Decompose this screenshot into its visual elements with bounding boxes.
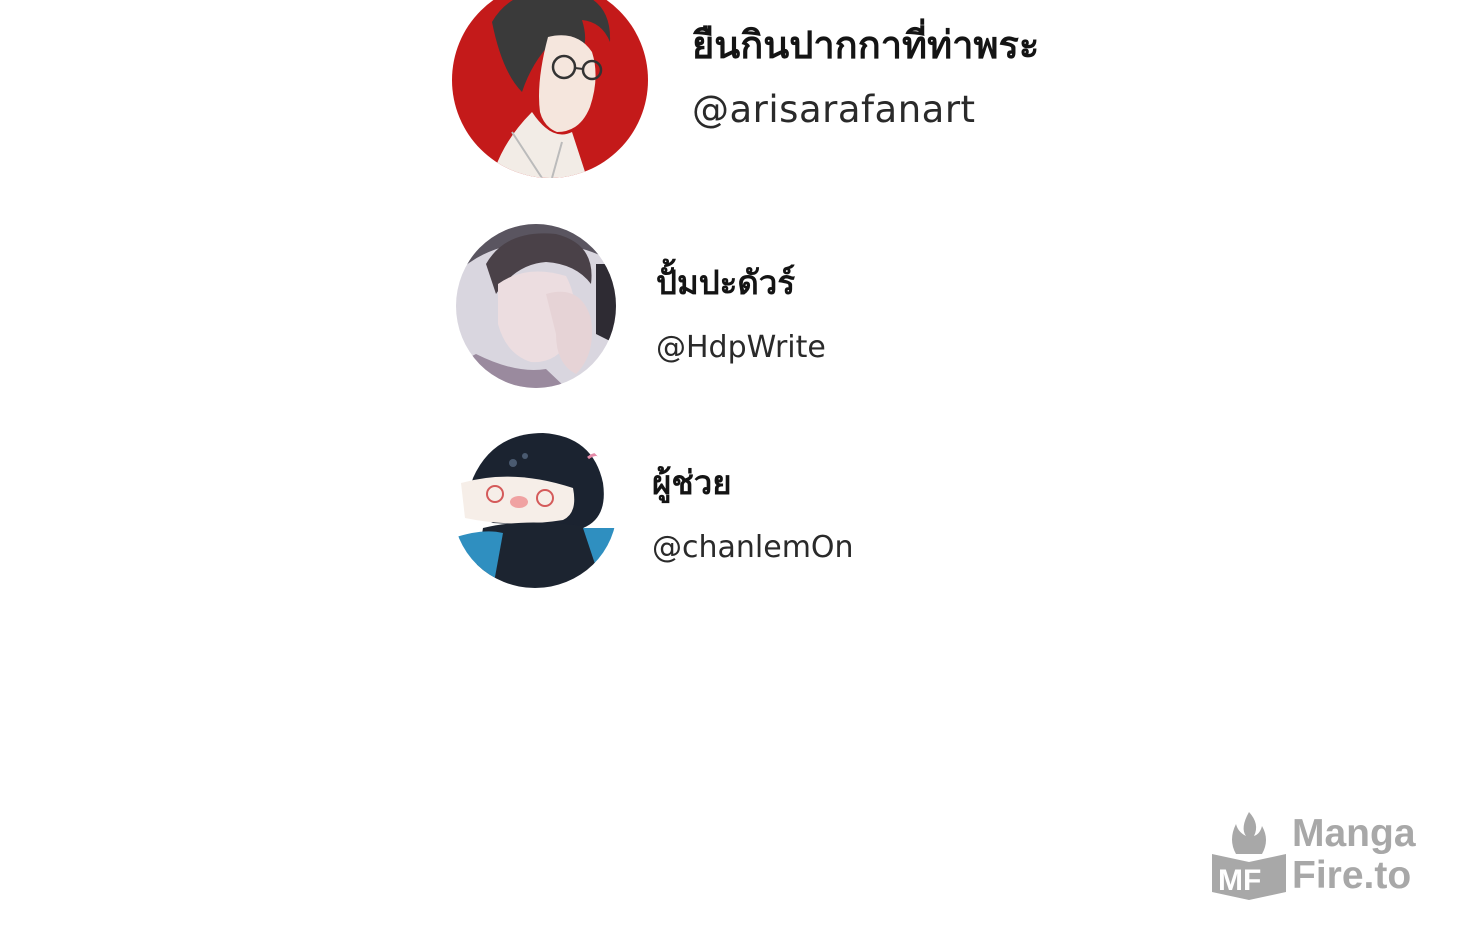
cartoon-girl-avatar-icon — [453, 428, 617, 588]
avatar-arisarafanart — [452, 0, 648, 178]
watermark-line-fire: Fire.to — [1292, 854, 1412, 897]
man-with-glasses-avatar-icon — [452, 0, 648, 178]
credit-name: ผู้ช่วย — [652, 463, 732, 502]
credit-name: ปั้มปะดัวร์ — [656, 263, 796, 302]
credit-handle: @arisarafanart — [692, 88, 976, 131]
flame-book-logo-icon: MF — [1212, 812, 1286, 900]
watermark-line-manga: Manga — [1292, 812, 1416, 855]
avatar-chanlemon — [453, 428, 617, 588]
credit-name: ยืนกินปากกาที่ท่าพระ — [692, 23, 1040, 67]
mangafire-watermark: MF Manga Fire.to — [1210, 810, 1440, 902]
man-hand-on-face-avatar-icon — [456, 224, 616, 388]
credit-handle: @chanlemOn — [652, 530, 854, 565]
svg-text:MF: MF — [1218, 864, 1261, 897]
credit-handle: @HdpWrite — [656, 330, 826, 365]
avatar-hdpwrite — [456, 224, 616, 388]
